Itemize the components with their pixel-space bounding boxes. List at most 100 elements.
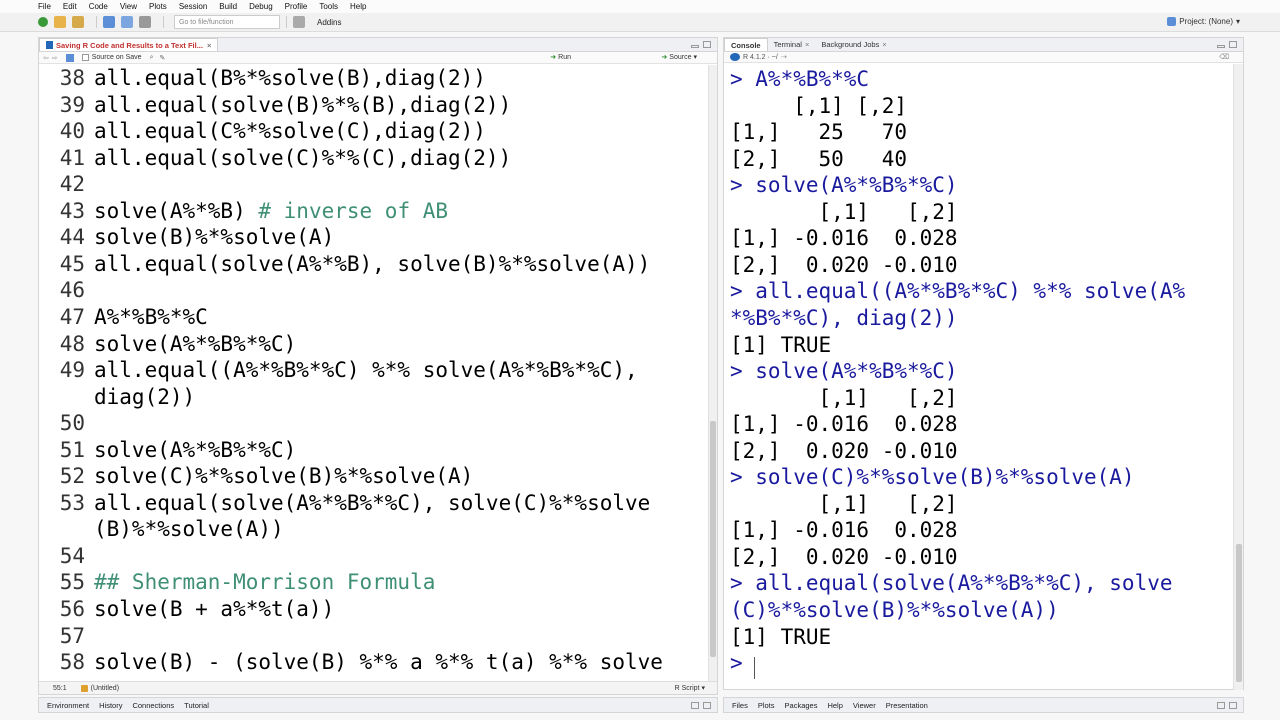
menu-item-debug[interactable]: Debug	[249, 2, 273, 11]
line-number: 55	[59, 570, 85, 595]
close-icon[interactable]: ×	[207, 41, 211, 50]
source-button[interactable]: ➜ Source ▾	[661, 53, 697, 62]
goto-directory-icon[interactable]: ⇢	[781, 53, 787, 61]
console-output-line: [,1] [,2]	[730, 385, 958, 410]
tab-connections[interactable]: Connections	[132, 701, 174, 710]
tab-background-jobs[interactable]: Background Jobs ×	[815, 38, 892, 51]
menu-item-view[interactable]: View	[120, 2, 137, 11]
code-text: solve(B)%*%solve(A)	[94, 224, 334, 250]
tab-tutorial[interactable]: Tutorial	[184, 701, 209, 710]
console-command: *%B%*%C), diag(2))	[730, 305, 958, 330]
menu-item-code[interactable]: Code	[89, 2, 108, 11]
tab-plots[interactable]: Plots	[758, 701, 775, 710]
code-statement: (B)%*%solve(A))	[94, 517, 284, 542]
code-statement: all.equal(B%*%solve(B),diag(2))	[94, 66, 486, 90]
code-statement: A%*%B%*%C	[94, 304, 208, 329]
tab-packages[interactable]: Packages	[785, 701, 818, 710]
menu-item-edit[interactable]: Edit	[63, 2, 77, 11]
tab-presentation[interactable]: Presentation	[886, 701, 928, 710]
tab-files[interactable]: Files	[732, 701, 748, 710]
console-scrollbar-thumb[interactable]	[1236, 544, 1242, 682]
console-command: > A%*%B%*%C	[730, 67, 870, 91]
goto-file-input[interactable]: Go to file/function	[174, 15, 280, 29]
editor-statusbar: 55:1 (Untitled) R Script ▾	[39, 681, 717, 694]
menu-item-plots[interactable]: Plots	[149, 2, 167, 11]
editor-scrollbar[interactable]	[708, 65, 717, 681]
restore-icon[interactable]	[691, 702, 699, 709]
console-window-controls	[1217, 41, 1237, 48]
maximize-icon[interactable]	[703, 702, 711, 709]
console-command: >	[730, 651, 756, 676]
source-on-save-label: Source on Save	[91, 54, 142, 61]
tab-environment[interactable]: Environment	[47, 701, 89, 710]
tab-console-label: Console	[731, 40, 761, 50]
filetype-selector[interactable]: R Script ▾	[675, 684, 705, 692]
code-text: solve(A%*%B%*%C)	[94, 331, 296, 357]
maximize-icon[interactable]	[703, 41, 711, 48]
tab-history[interactable]: History	[99, 701, 122, 710]
files-pane-tabs: Files Plots Packages Help Viewer Present…	[723, 697, 1244, 713]
save-all-icon[interactable]	[121, 16, 133, 28]
tab-terminal[interactable]: Terminal ×	[768, 38, 816, 51]
menu-item-tools[interactable]: Tools	[319, 2, 338, 11]
menu-item-session[interactable]: Session	[179, 2, 207, 11]
code-comment: ## Sherman-Morrison Formula	[94, 570, 436, 595]
code-text: all.equal(C%*%solve(C),diag(2))	[94, 118, 486, 144]
save-icon[interactable]	[103, 16, 115, 28]
tab-console[interactable]: Console	[724, 38, 768, 51]
line-number: 57	[59, 623, 85, 648]
environment-pane-tabs: Environment History Connections Tutorial	[38, 697, 718, 713]
menu-item-file[interactable]: File	[38, 2, 51, 11]
tab-viewer[interactable]: Viewer	[853, 701, 876, 710]
toolbar-divider	[163, 16, 164, 28]
line-number: 52	[59, 464, 85, 489]
search-icon[interactable]: ⌕	[150, 54, 154, 62]
open-file-icon[interactable]	[72, 16, 84, 28]
console-output-line: [1] TRUE	[730, 624, 832, 649]
save-icon[interactable]	[65, 53, 74, 62]
print-icon[interactable]	[139, 16, 151, 28]
console-output-line: [1,] -0.016 0.028	[730, 412, 958, 437]
toolbar-divider	[286, 16, 287, 28]
project-menu[interactable]: Project: (None) ▾	[1167, 17, 1240, 26]
code-text: all.equal(solve(B)%*%(B),diag(2))	[94, 92, 511, 118]
tab-help[interactable]: Help	[827, 701, 842, 710]
minimize-icon[interactable]	[691, 45, 699, 48]
back-arrow-icon[interactable]: ⇦	[43, 54, 49, 62]
code-statement: all.equal(solve(A%*%B), solve(B)%*%solve…	[94, 251, 651, 276]
chevron-down-icon: ▾	[701, 685, 705, 692]
workspace-panes-icon[interactable]	[293, 16, 305, 28]
broom-icon[interactable]: ⌫	[1219, 53, 1229, 61]
editor-scrollbar-thumb[interactable]	[710, 421, 716, 657]
new-file-icon[interactable]	[38, 17, 48, 27]
menu-item-build[interactable]: Build	[219, 2, 237, 11]
menu-item-profile[interactable]: Profile	[285, 2, 308, 11]
console-scrollbar[interactable]	[1233, 64, 1243, 690]
maximize-icon[interactable]	[1229, 41, 1237, 48]
restore-icon[interactable]	[1217, 702, 1225, 709]
console-command: > solve(A%*%B%*%C)	[730, 173, 958, 198]
console-output[interactable]: > A%*%B%*%C [,1] [,2] [1,] 25 70 [2,] 50 4…	[724, 64, 1233, 690]
run-button[interactable]: ➜ Run	[550, 53, 571, 62]
toolbar-divider	[96, 16, 97, 28]
minimize-icon[interactable]	[1217, 45, 1225, 48]
console-output-line: [1,] -0.016 0.028	[730, 518, 958, 543]
source-on-save-checkbox[interactable]	[81, 54, 89, 61]
wand-icon[interactable]: ✎	[159, 54, 165, 62]
addins-menu[interactable]: Addins	[317, 18, 341, 27]
menu-item-help[interactable]: Help	[350, 2, 366, 11]
console-output-line: [,1] [,2]	[730, 199, 958, 224]
maximize-icon[interactable]	[1229, 702, 1237, 709]
scope-selector[interactable]: (Untitled)	[80, 684, 119, 692]
line-number: 49	[59, 358, 85, 383]
new-project-icon[interactable]	[54, 16, 66, 28]
close-icon[interactable]: ×	[882, 40, 886, 49]
editor-tab[interactable]: Saving R Code and Results to a Text Fil.…	[39, 38, 219, 51]
code-editor[interactable]: 38 all.equal(B%*%solve(B),diag(2)) 39 all.e…	[39, 65, 709, 681]
close-icon[interactable]: ×	[805, 40, 809, 49]
forward-arrow-icon[interactable]: ⇨	[52, 54, 58, 62]
source-arrow-icon: ➜	[661, 54, 668, 61]
code-text: solve(C)%*%solve(B)%*%solve(A)	[94, 463, 473, 489]
line-number: 41	[59, 145, 85, 170]
code-text: all.equal(solve(C)%*%(C),diag(2))	[94, 145, 511, 171]
